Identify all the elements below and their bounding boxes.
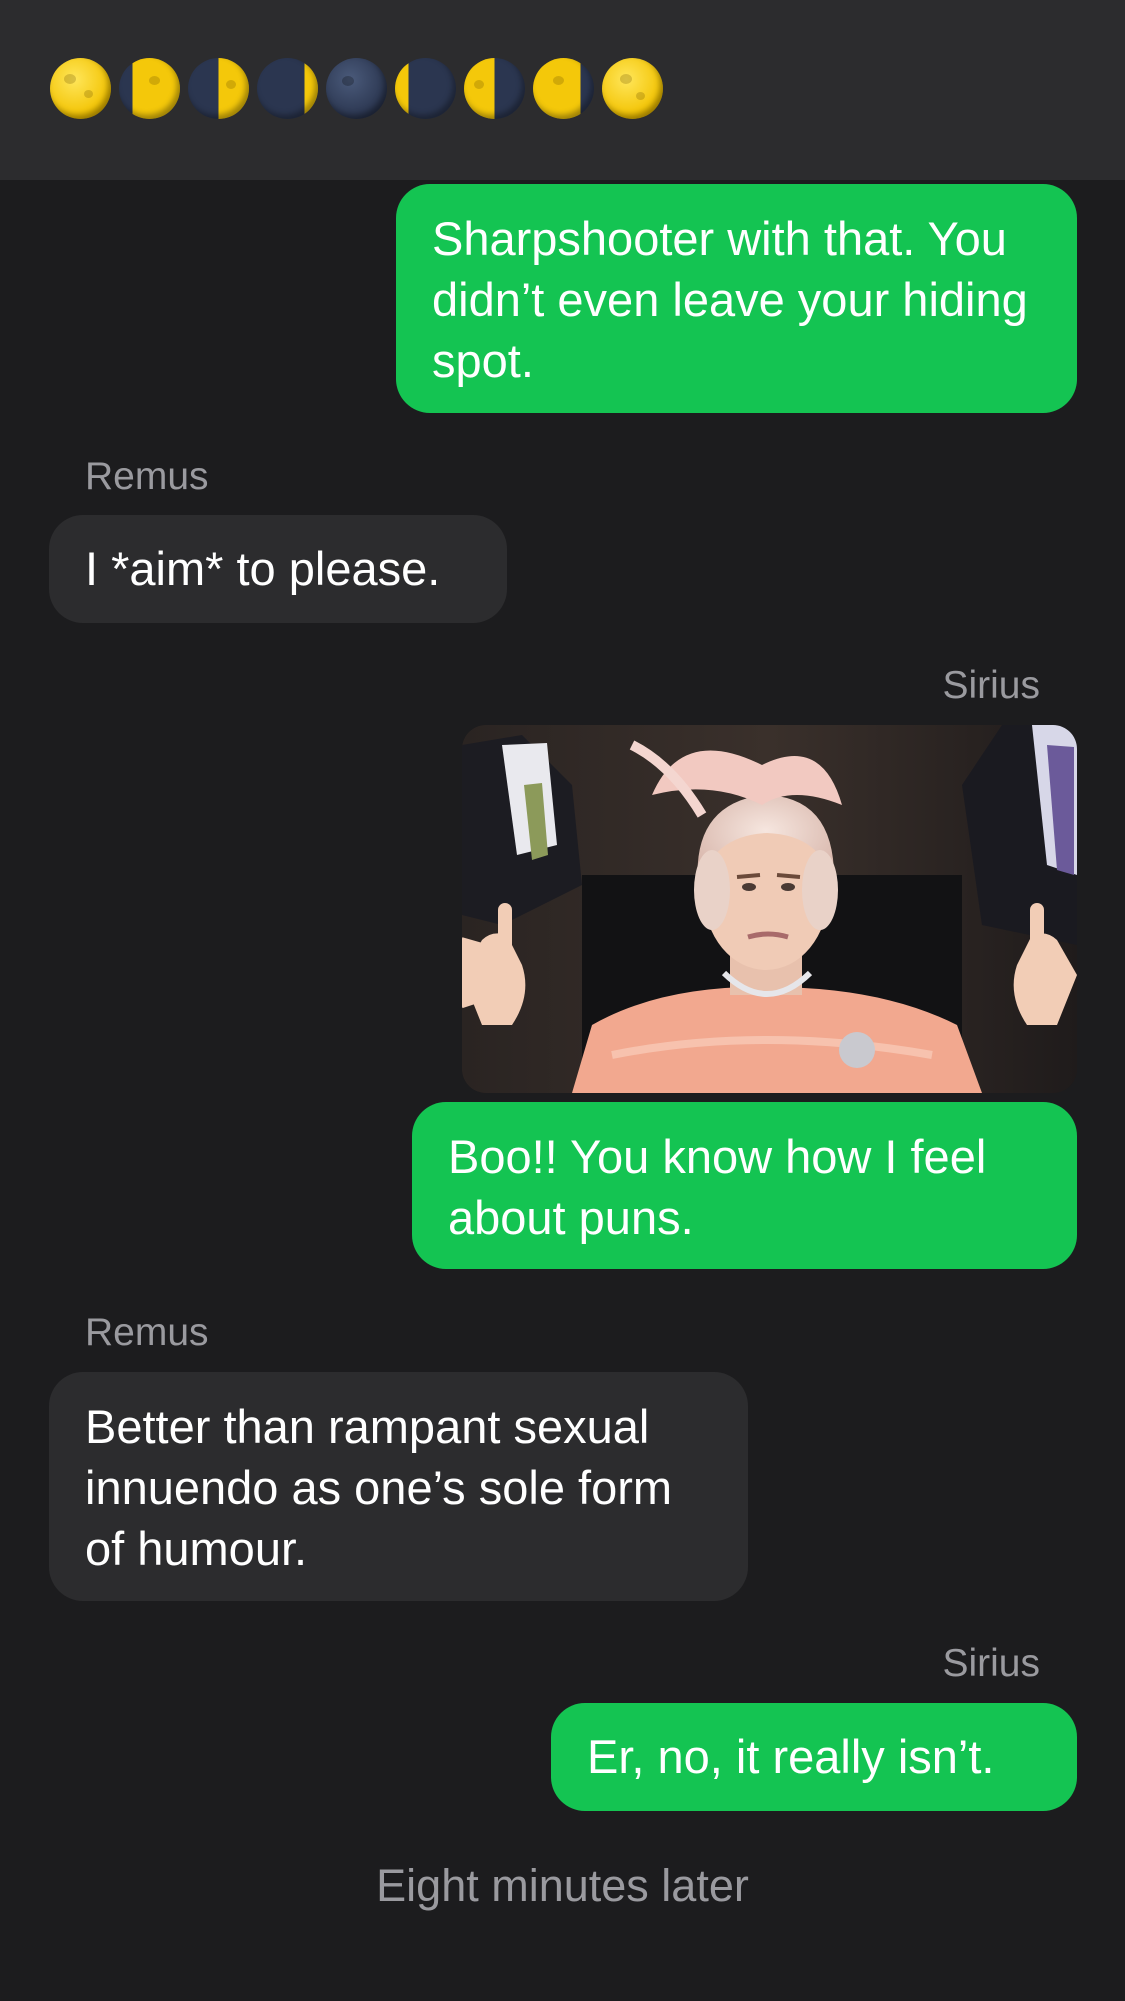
waxing-gibbous-moon-icon <box>533 58 594 119</box>
received-message-bubble[interactable]: I *aim* to please. <box>49 515 507 623</box>
time-separator-note: Eight minutes later <box>376 1860 749 1911</box>
sender-name-label: Remus <box>85 1311 209 1354</box>
sender-name-label: Sirius <box>942 664 1040 707</box>
full-moon-icon <box>602 58 663 119</box>
queen-gif-illustration <box>462 725 1077 1093</box>
sent-message-bubble[interactable]: Sharpshooter with that. You didn’t even … <box>396 184 1077 413</box>
received-message-bubble[interactable]: Better than rampant sexual innuendo as o… <box>49 1372 748 1601</box>
last-quarter-moon-icon <box>188 58 249 119</box>
sent-message-bubble[interactable]: Boo!! You know how I feel about puns. <box>412 1102 1077 1269</box>
header-bar <box>0 0 1125 180</box>
first-quarter-moon-icon <box>464 58 525 119</box>
waning-gibbous-moon-icon <box>119 58 180 119</box>
moon-phase-row <box>50 58 663 119</box>
waxing-crescent-moon-icon <box>395 58 456 119</box>
gif-image[interactable] <box>462 725 1077 1093</box>
sender-name-label: Remus <box>85 455 209 498</box>
full-moon-icon <box>50 58 111 119</box>
sender-name-label: Sirius <box>942 1642 1040 1685</box>
sent-message-bubble[interactable]: Er, no, it really isn’t. <box>551 1703 1077 1811</box>
new-moon-icon <box>326 58 387 119</box>
waning-crescent-moon-icon <box>257 58 318 119</box>
